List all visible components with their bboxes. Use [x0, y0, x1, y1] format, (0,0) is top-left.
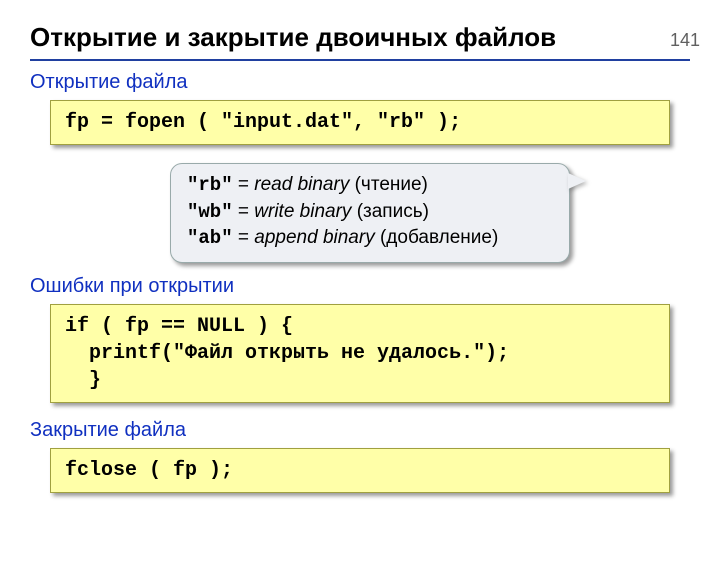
- modes-callout: "rb" = read binary (чтение) "wb" = write…: [170, 163, 570, 263]
- code-open: fp = fopen ( "input.dat", "rb" );: [50, 100, 670, 145]
- mode-ab: "ab" = append binary (добавление): [187, 225, 553, 252]
- mode-rb: "rb" = read binary (чтение): [187, 172, 553, 199]
- section-errors-label: Ошибки при открытии: [30, 275, 720, 298]
- code-close: fclose ( fp );: [50, 448, 670, 493]
- page-number: 141: [670, 30, 700, 51]
- title-rule: [30, 59, 690, 61]
- page-title: Открытие и закрытие двоичных файлов: [30, 22, 720, 53]
- section-close-label: Закрытие файла: [30, 419, 720, 442]
- code-errors: if ( fp == NULL ) { printf("Файл открыть…: [50, 304, 670, 403]
- callout-tail-icon: [568, 173, 586, 189]
- mode-wb: "wb" = write binary (запись): [187, 199, 553, 226]
- section-open-label: Открытие файла: [30, 71, 720, 94]
